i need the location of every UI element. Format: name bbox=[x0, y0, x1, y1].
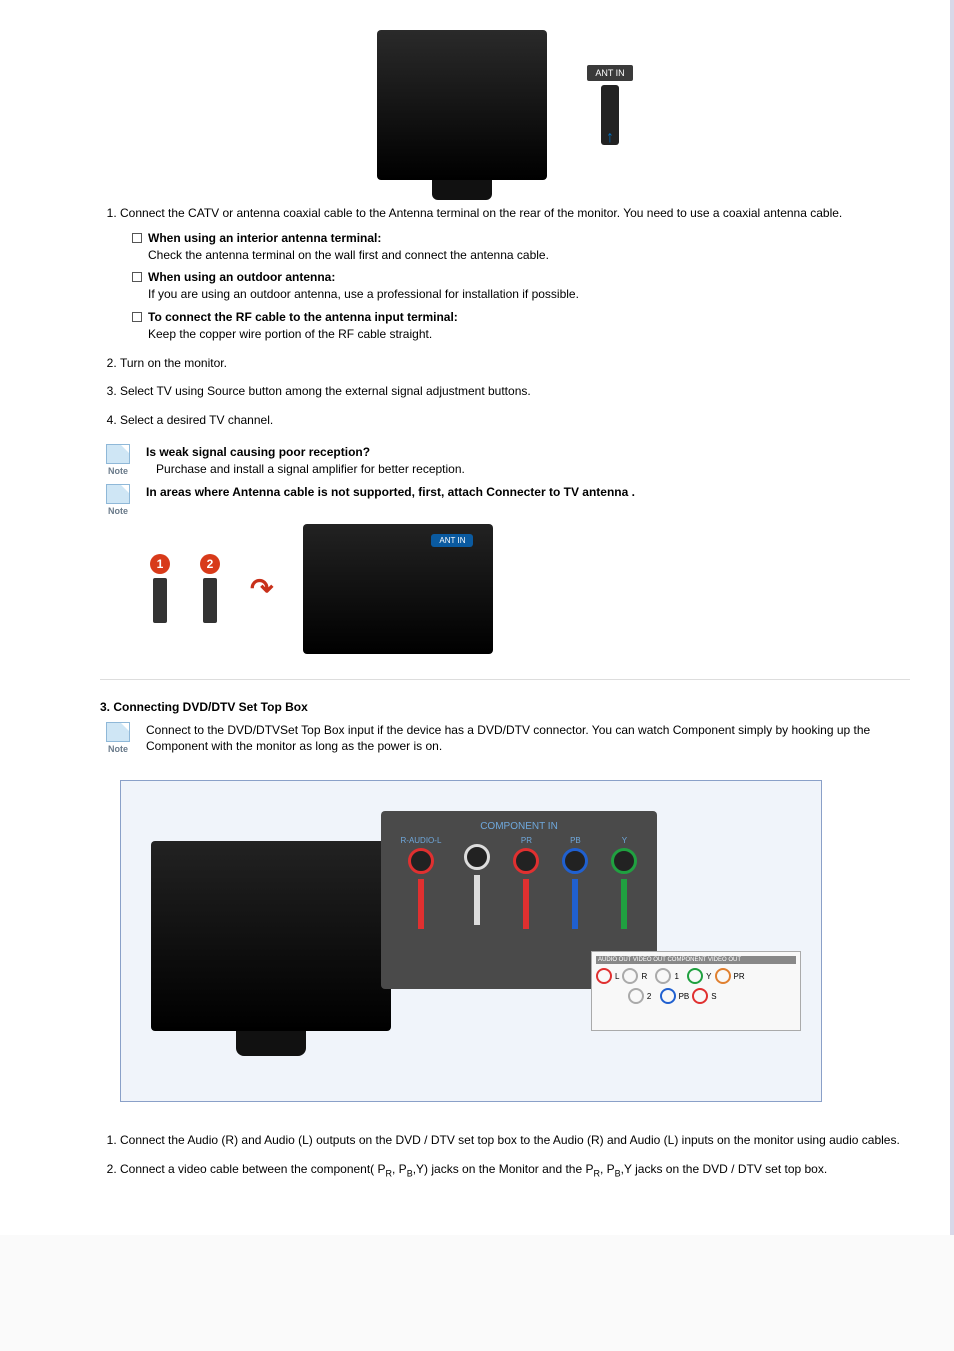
jack-y: Y bbox=[611, 836, 637, 929]
jack-pb: PB bbox=[562, 836, 588, 929]
section3-title: 3. Connecting DVD/DTV Set Top Box bbox=[100, 700, 910, 714]
note-weak-signal: Note Is weak signal causing poor recepti… bbox=[100, 444, 910, 478]
jack-audio-r: R-AUDIO-L bbox=[401, 836, 442, 929]
section3-steps: Connect the Audio (R) and Audio (L) outp… bbox=[100, 1132, 910, 1180]
antin-label: ANT IN bbox=[587, 65, 632, 81]
component-diagram: COMPONENT IN R-AUDIO-L PR bbox=[120, 780, 822, 1102]
sub-rf-body: Keep the copper wire portion of the RF c… bbox=[148, 327, 432, 341]
note-icon: Note bbox=[100, 444, 136, 476]
plug-2 bbox=[203, 578, 217, 623]
note-dvd-dtv: Note Connect to the DVD/DTVSet Top Box i… bbox=[100, 722, 910, 756]
component-in-label: COMPONENT IN bbox=[389, 821, 649, 832]
s3-step-1: Connect the Audio (R) and Audio (L) outp… bbox=[120, 1132, 910, 1149]
monitor-illustration-3 bbox=[151, 841, 391, 1031]
note-label: Note bbox=[100, 466, 136, 476]
step-2: Turn on the monitor. bbox=[120, 355, 910, 372]
monitor-rear-illustration: ANT IN bbox=[303, 524, 493, 654]
connector-diagram: 1 2 ↷ ANT IN bbox=[150, 524, 910, 654]
antin-jack bbox=[601, 85, 619, 145]
s3-step-2: Connect a video cable between the compon… bbox=[120, 1161, 910, 1180]
jack-pr: PR bbox=[513, 836, 539, 929]
sub-outdoor: When using an outdoor antenna: If you ar… bbox=[132, 269, 910, 303]
part-2: 2 bbox=[200, 554, 220, 623]
step-3: Select TV using Source button among the … bbox=[120, 383, 910, 400]
note-icon: Note bbox=[100, 722, 136, 754]
plug-1 bbox=[153, 578, 167, 623]
sub-interior: When using an interior antenna terminal:… bbox=[132, 230, 910, 264]
settop-box-illustration: AUDIO OUT VIDEO OUT COMPONENT VIDEO OUT … bbox=[591, 951, 801, 1031]
steps-list: Connect the CATV or antenna coaxial cabl… bbox=[100, 205, 910, 429]
marker-2: 2 bbox=[200, 554, 220, 574]
sub-interior-title: When using an interior antenna terminal: bbox=[148, 231, 381, 245]
marker-1: 1 bbox=[150, 554, 170, 574]
note1-title: Is weak signal causing poor reception? bbox=[146, 445, 370, 459]
note-label: Note bbox=[100, 744, 136, 754]
part-1: 1 bbox=[150, 554, 170, 623]
sub-outdoor-title: When using an outdoor antenna: bbox=[148, 270, 335, 284]
jack-audio-l bbox=[464, 841, 490, 925]
note1-body: Purchase and install a signal amplifier … bbox=[156, 462, 465, 476]
step-1: Connect the CATV or antenna coaxial cabl… bbox=[120, 205, 910, 343]
note-antenna-connector: Note In areas where Antenna cable is not… bbox=[100, 484, 910, 516]
step-1-text: Connect the CATV or antenna coaxial cabl… bbox=[120, 206, 842, 220]
divider bbox=[100, 679, 910, 680]
section3-note-body: Connect to the DVD/DTVSet Top Box input … bbox=[146, 722, 910, 756]
sub-rf-title: To connect the RF cable to the antenna i… bbox=[148, 310, 458, 324]
note2-title: In areas where Antenna cable is not supp… bbox=[146, 485, 635, 499]
antin-label-2: ANT IN bbox=[431, 534, 473, 547]
step-4: Select a desired TV channel. bbox=[120, 412, 910, 429]
antin-port-illustration: ANT IN bbox=[587, 65, 632, 145]
monitor-illustration bbox=[377, 30, 547, 180]
device-top-labels: AUDIO OUT VIDEO OUT COMPONENT VIDEO OUT bbox=[596, 956, 796, 964]
sub-rf: To connect the RF cable to the antenna i… bbox=[132, 309, 910, 343]
antenna-diagram: ANT IN bbox=[100, 30, 910, 180]
step-1-sublist: When using an interior antenna terminal:… bbox=[120, 230, 910, 343]
arrow-icon: ↷ bbox=[250, 572, 273, 605]
note-icon: Note bbox=[100, 484, 136, 516]
note-label: Note bbox=[100, 506, 136, 516]
sub-interior-body: Check the antenna terminal on the wall f… bbox=[148, 248, 549, 262]
sub-outdoor-body: If you are using an outdoor antenna, use… bbox=[148, 287, 579, 301]
